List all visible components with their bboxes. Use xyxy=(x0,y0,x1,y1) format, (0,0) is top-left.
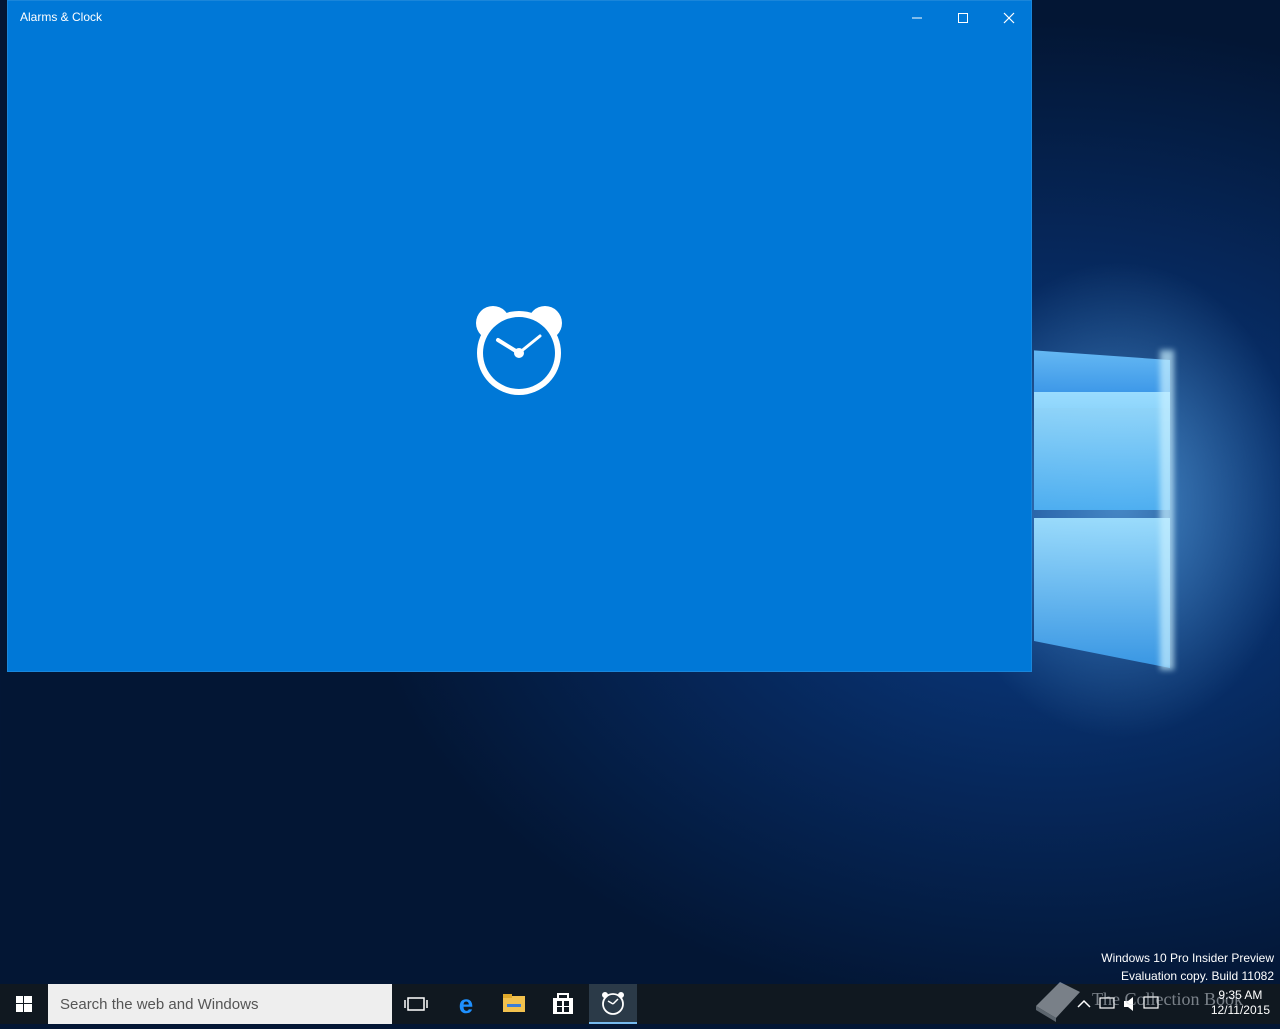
file-explorer-button[interactable] xyxy=(490,984,538,1024)
minimize-button[interactable] xyxy=(894,1,940,33)
maximize-button[interactable] xyxy=(940,1,986,33)
book-icon xyxy=(1036,982,1080,1022)
store-button[interactable] xyxy=(539,984,587,1024)
task-view-button[interactable] xyxy=(392,984,440,1024)
maximize-icon xyxy=(958,13,968,24)
watermark-line1: Windows 10 Pro Insider Preview xyxy=(1101,951,1274,965)
windows-logo-glow xyxy=(1160,350,1174,670)
start-button[interactable] xyxy=(0,984,48,1024)
close-icon xyxy=(1003,12,1015,24)
svg-text:e: e xyxy=(459,989,473,1019)
file-explorer-icon xyxy=(503,994,525,1012)
close-button[interactable] xyxy=(986,1,1032,33)
task-view-icon xyxy=(404,997,428,1011)
collection-book-text: The Collection Book xyxy=(1092,989,1243,1009)
windows-logo-pane xyxy=(1034,392,1170,510)
store-icon xyxy=(553,993,573,1014)
collection-book-watermark: The Collection Book xyxy=(1030,976,1270,1024)
search-placeholder: Search the web and Windows xyxy=(60,996,259,1013)
edge-icon: e xyxy=(459,989,473,1019)
windows-logo-pane xyxy=(1034,518,1170,668)
alarm-clock-icon xyxy=(476,306,562,395)
title-bar[interactable]: Alarms & Clock xyxy=(8,1,1031,33)
windows-start-icon xyxy=(16,996,32,1012)
app-window[interactable]: Alarms & Clock xyxy=(7,0,1032,672)
window-title: Alarms & Clock xyxy=(20,10,103,24)
alarms-clock-icon xyxy=(602,992,624,1015)
search-box[interactable]: Search the web and Windows xyxy=(48,984,392,1024)
minimize-icon xyxy=(912,17,922,19)
edge-button[interactable]: e xyxy=(442,984,490,1024)
alarms-clock-taskbar-button[interactable] xyxy=(589,984,637,1024)
